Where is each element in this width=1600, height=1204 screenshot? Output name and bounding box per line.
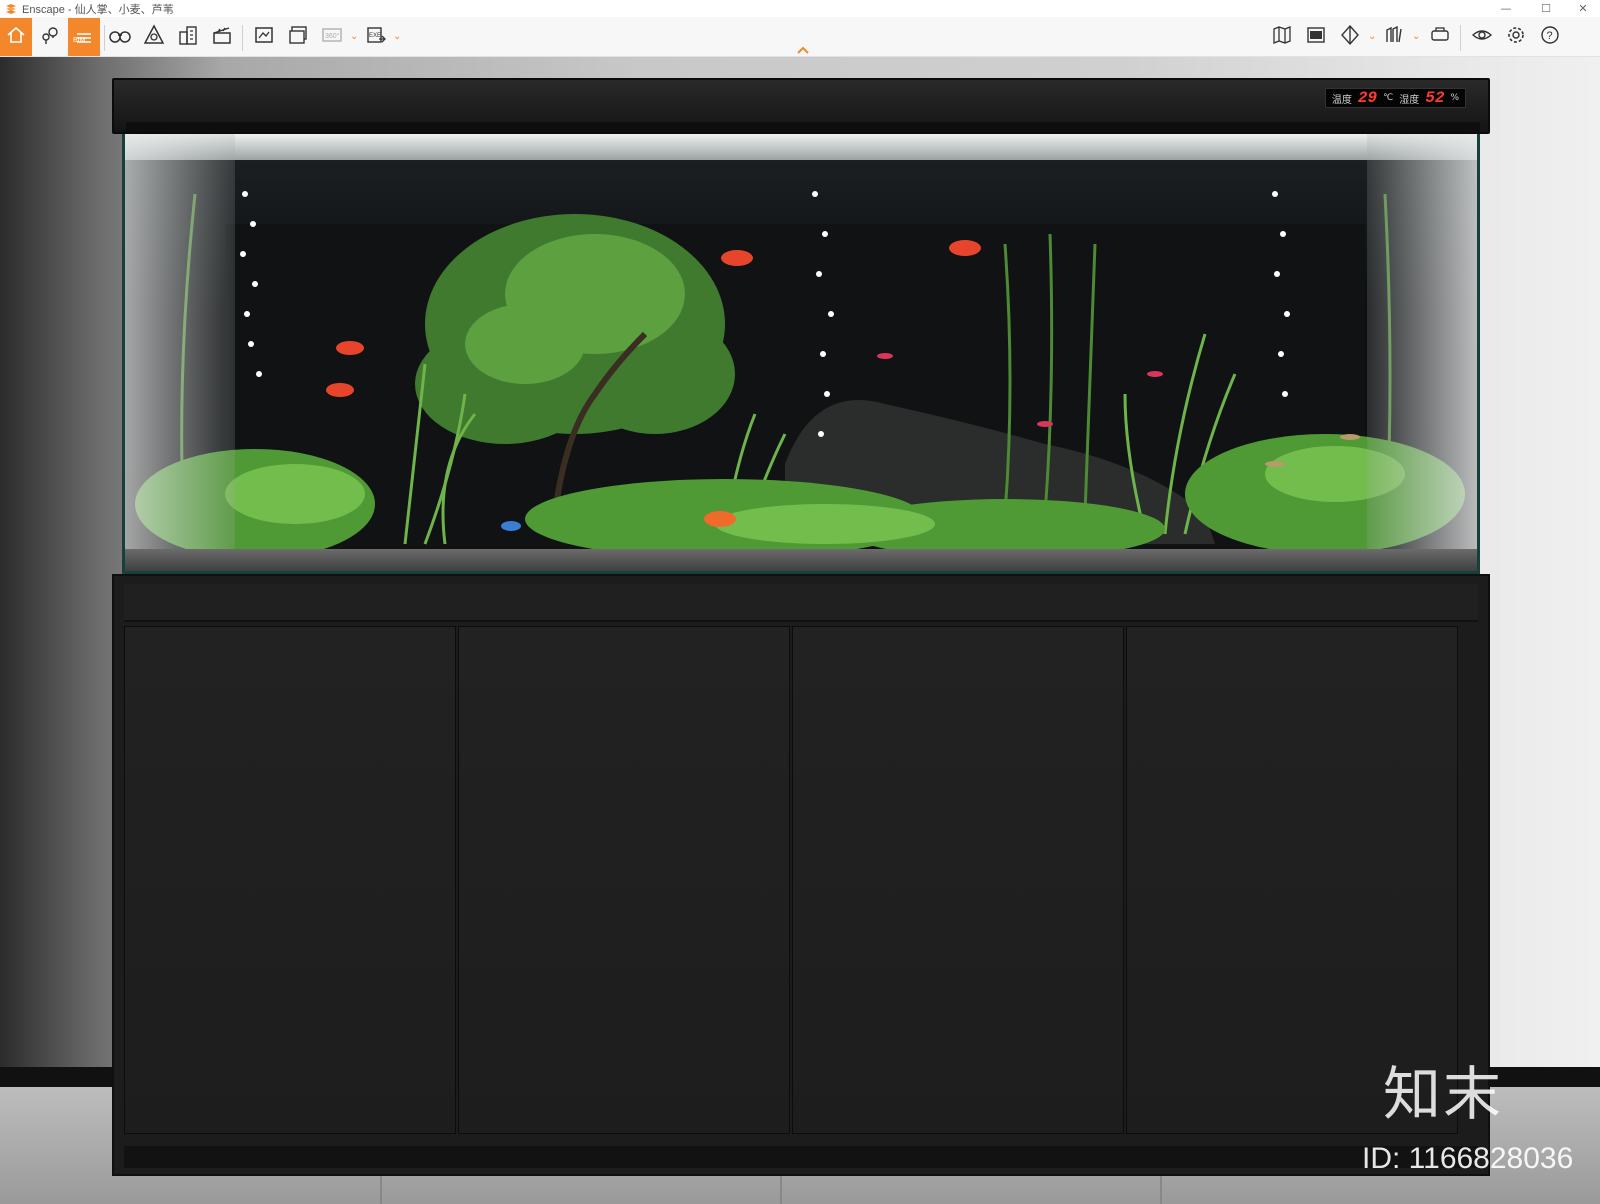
material-editor-button[interactable] (1300, 21, 1332, 53)
collapse-toolbar-arrow-icon[interactable] (795, 41, 811, 54)
export-exe-icon: EXE (365, 24, 387, 50)
panorama-360-icon: 360° (320, 24, 344, 50)
svg-text:?: ? (1547, 30, 1553, 42)
home-icon (6, 25, 26, 49)
cabinet-door (124, 626, 456, 1134)
watermark-logo: 知末 (1383, 1060, 1504, 1128)
enscape-window: Enscape - 仙人掌、小麦、芦苇 — ☐ ✕ BIM 360° ⌄ EXE… (0, 0, 1600, 1204)
settings-button[interactable] (1500, 21, 1532, 53)
buildings-icon (177, 24, 199, 50)
aquarium-cabinet (112, 574, 1490, 1176)
glass-left-reflection (125, 134, 235, 571)
help-icon: ? (1539, 24, 1561, 50)
binoculars-icon (108, 24, 132, 50)
cabinet-plinth (124, 1146, 1478, 1168)
gear-icon (1505, 24, 1527, 50)
temperature-value: 29 (1357, 89, 1378, 107)
vr-headset-icon (1429, 24, 1451, 50)
title-bar: Enscape - 仙人掌、小麦、芦苇 — ☐ ✕ (0, 0, 1600, 17)
maximize-button[interactable]: ☐ (1526, 0, 1566, 17)
batch-render-button[interactable] (282, 21, 314, 53)
screenshot-button[interactable] (248, 21, 280, 53)
temperature-humidity-display: 温度 29 ℃ 湿度 52 % (1324, 88, 1466, 108)
asset-dropdown-caret[interactable]: ⌄ (1412, 31, 1422, 43)
toolbar-divider (1460, 25, 1461, 51)
video-editor-button[interactable] (206, 21, 238, 53)
watermark-id: ID: 1166828036 (1362, 1142, 1574, 1175)
home-button[interactable] (0, 18, 32, 56)
cabinet-top-panel (124, 584, 1478, 622)
temperature-label: 温度 (1331, 94, 1352, 106)
window-title: Enscape - 仙人掌、小麦、芦苇 (22, 3, 174, 16)
clapperboard-icon (211, 24, 233, 50)
aquarium-glass-tank (122, 134, 1480, 574)
walk-mode-button[interactable] (104, 21, 136, 53)
lid-rim (126, 122, 1480, 132)
svg-text:360°: 360° (325, 32, 340, 40)
glass-right-reflection (1367, 134, 1477, 571)
cabinet-door (458, 626, 790, 1134)
screenshot-icon (253, 24, 275, 50)
eye-icon (1471, 24, 1493, 50)
buildings-button[interactable] (172, 21, 204, 53)
vr-headset-button[interactable] (1424, 21, 1456, 53)
toolbar-divider (242, 25, 243, 51)
gravel-substrate (125, 549, 1477, 571)
cabinet-door (792, 626, 1124, 1134)
close-button[interactable]: ✕ (1566, 0, 1600, 17)
panorama-360-button[interactable]: 360° (316, 21, 348, 53)
aquarium-model: 温度 29 ℃ 湿度 52 % (112, 78, 1490, 1176)
humidity-unit: % (1450, 93, 1459, 103)
render-viewport[interactable]: 温度 29 ℃ 湿度 52 % 知末 ID: 1166828036 (0, 57, 1600, 1204)
panorama-dropdown-caret[interactable]: ⌄ (350, 31, 360, 43)
enscape-logo-icon (4, 2, 18, 16)
aquascape-plants (135, 191, 1465, 559)
export-button[interactable]: EXE (360, 21, 392, 53)
visual-settings-button[interactable] (1466, 21, 1498, 53)
batch-render-icon (287, 24, 309, 50)
temperature-unit: ℃ (1383, 93, 1394, 103)
section-dropdown-caret[interactable]: ⌄ (1368, 31, 1378, 43)
export-dropdown-caret[interactable]: ⌄ (393, 31, 403, 43)
asset-library-icon (1383, 24, 1405, 50)
material-editor-icon (1305, 24, 1327, 50)
atmosphere-button[interactable] (138, 21, 170, 53)
map-button[interactable] (1266, 21, 1298, 53)
humidity-value: 52 (1425, 89, 1445, 107)
map-icon (1271, 24, 1293, 50)
atmosphere-icon (143, 24, 165, 50)
svg-text:EXE: EXE (369, 33, 381, 39)
humidity-label: 湿度 (1399, 94, 1420, 106)
help-button[interactable]: ? (1534, 21, 1566, 53)
asset-library-button[interactable] (1378, 21, 1410, 53)
location-pins-icon (39, 24, 61, 50)
minimize-button[interactable]: — (1486, 0, 1526, 17)
aquarium-lid: 温度 29 ℃ 湿度 52 % (112, 78, 1490, 134)
views-button[interactable] (34, 21, 66, 53)
section-icon (1339, 24, 1361, 50)
section-button[interactable] (1334, 21, 1366, 53)
bim-label: BIM (73, 37, 86, 44)
